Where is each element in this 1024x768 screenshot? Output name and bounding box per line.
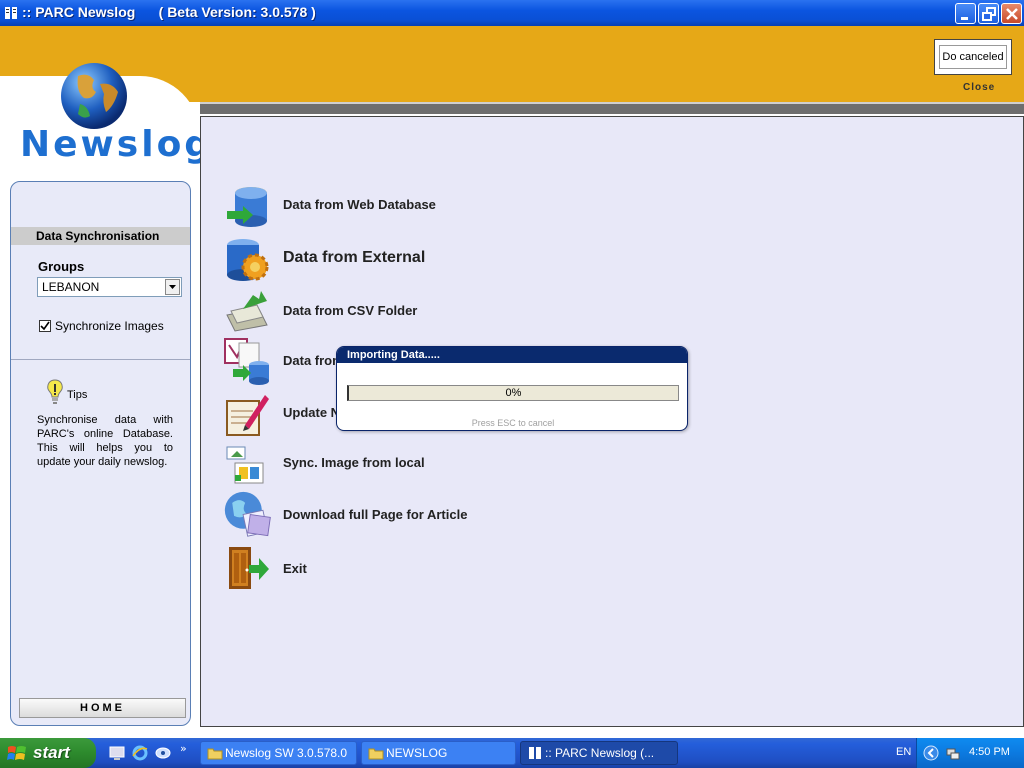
language-indicator[interactable]: EN <box>896 746 911 758</box>
groups-label: Groups <box>38 259 85 274</box>
menu-item-web-database[interactable]: Data from Web Database <box>223 181 483 231</box>
menu-item-label: Data from Web Database <box>283 197 436 212</box>
cancel-hint: Press ESC to cancel <box>471 418 555 428</box>
system-tray: 4:50 PM <box>916 738 1024 768</box>
exit-door-icon <box>229 547 269 589</box>
start-label: start <box>33 743 70 762</box>
status-text: Do canceled <box>939 45 1007 69</box>
sync-images-checkbox[interactable] <box>39 320 51 332</box>
windows-logo-icon <box>7 746 26 760</box>
menu-item-label: Exit <box>283 561 307 576</box>
minimize-button[interactable] <box>955 3 976 24</box>
sidebar: Data Synchronisation Groups LEBANON Sync… <box>10 181 191 726</box>
menu-item-sync-image[interactable]: Sync. Image from local <box>223 439 483 489</box>
task-label: :: PARC Newslog (... <box>545 746 655 760</box>
show-desktop-icon[interactable] <box>108 744 126 762</box>
notepad-pen-icon <box>226 395 269 436</box>
folder-icon <box>207 748 223 760</box>
csv-folder-icon <box>226 291 268 332</box>
menu-item-exit[interactable]: Exit <box>223 543 423 593</box>
minimize-icon <box>961 17 968 20</box>
task-label: Newslog SW 3.0.578.0 <box>225 746 348 760</box>
close-icon <box>1006 8 1018 20</box>
globe-logo-icon <box>61 63 127 129</box>
header-divider-bar <box>200 102 1024 114</box>
task-newslog-sw[interactable]: Newslog SW 3.0.578.0 <box>200 741 357 765</box>
app-icon <box>529 747 541 759</box>
task-newslog-folder[interactable]: NEWSLOG <box>361 741 516 765</box>
internet-explorer-icon[interactable] <box>131 744 149 762</box>
lightbulb-icon <box>47 379 63 404</box>
close-app-button[interactable]: Close <box>963 82 995 93</box>
close-window-button[interactable] <box>1001 3 1022 24</box>
menu-item-label: Data from CSV Folder <box>283 303 418 318</box>
progress-percent: 0% <box>505 387 522 399</box>
menu-item-download-page[interactable]: Download full Page for Article <box>223 489 523 539</box>
newslog-logo-text: Newslog <box>20 124 214 165</box>
menu-item-csv-folder[interactable]: Data from CSV Folder <box>223 287 483 337</box>
database-sync-icon <box>227 187 267 227</box>
database-gear-icon <box>227 239 269 281</box>
menu-item-label: Data from External <box>283 249 426 266</box>
checkmark-icon <box>40 321 50 331</box>
window-title: :: PARC Newslog ( Beta Version: 3.0.578 … <box>22 4 316 20</box>
taskbar: start » Newslog SW 3.0.578.0 NEWSLOG :: … <box>0 738 1024 768</box>
network-icon[interactable] <box>945 745 961 761</box>
importing-dialog: Importing Data..... 0% Press ESC to canc… <box>336 346 688 431</box>
task-parc-newslog[interactable]: :: PARC Newslog (... <box>520 741 678 765</box>
globe-page-icon <box>224 491 271 537</box>
menu-item-label: Data from <box>283 353 344 368</box>
folder-icon <box>368 748 384 760</box>
tray-expand-icon[interactable] <box>923 745 939 761</box>
chevron-right-icon[interactable]: » <box>180 742 187 755</box>
restore-button[interactable] <box>978 3 999 24</box>
dialog-title: Importing Data..... <box>337 347 687 363</box>
import-progress-bar: 0% <box>347 385 679 401</box>
status-panel: Do canceled <box>934 39 1012 75</box>
app-icon <box>5 7 17 19</box>
sidebar-divider <box>11 359 190 360</box>
menu-item-external[interactable]: Data from External <box>223 235 483 285</box>
groups-selected-value: LEBANON <box>42 280 100 294</box>
tips-label: Tips <box>67 389 88 401</box>
menu-item-label: Sync. Image from local <box>283 455 425 470</box>
window-title-bar[interactable]: :: PARC Newslog ( Beta Version: 3.0.578 … <box>0 0 1024 26</box>
menu-item-label: Update N <box>283 405 341 420</box>
home-button[interactable]: HOME <box>19 698 186 718</box>
chevron-down-icon[interactable] <box>165 279 180 295</box>
clock[interactable]: 4:50 PM <box>969 746 1010 758</box>
start-button[interactable]: start <box>0 738 96 768</box>
image-sync-icon <box>226 446 264 484</box>
access-database-icon <box>224 338 269 385</box>
media-player-icon[interactable] <box>154 744 172 762</box>
tips-text: Synchronise data with PARC's online Data… <box>37 414 173 468</box>
groups-dropdown[interactable]: LEBANON <box>37 277 182 297</box>
menu-item-label: Download full Page for Article <box>283 507 468 522</box>
sync-images-label[interactable]: Synchronize Images <box>55 319 164 333</box>
sidebar-section-title: Data Synchronisation <box>11 227 190 245</box>
task-label: NEWSLOG <box>386 746 448 760</box>
restore-icon <box>982 7 996 21</box>
